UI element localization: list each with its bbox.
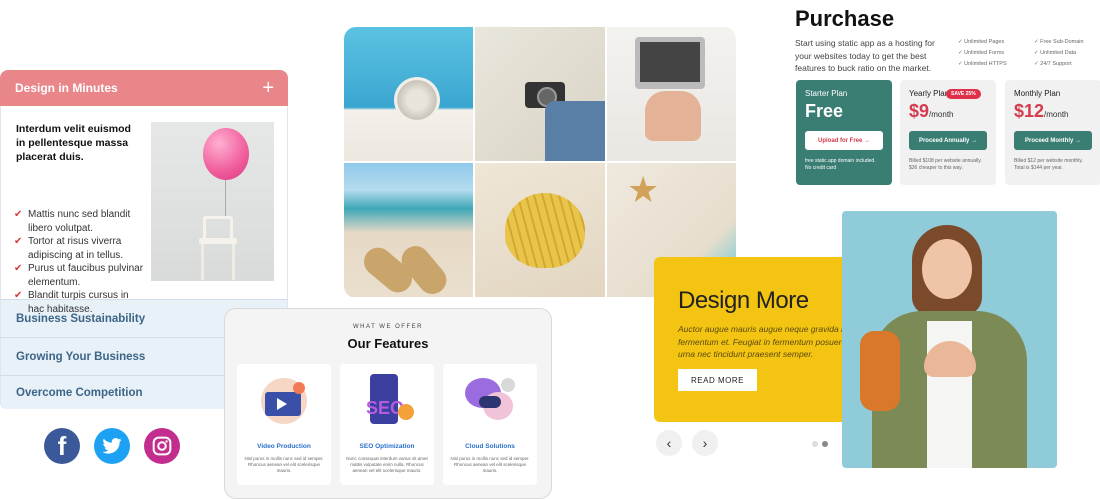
list-item: ✔ Purus ut faucibus pulvinar elementum. xyxy=(14,263,144,288)
feature-list: Free Sub-Domain Unlimited Data 24/7 Supp… xyxy=(1034,37,1084,70)
check-icon: ✔ xyxy=(14,209,23,220)
list-item: ✔ Mattis nunc sed blandit libero volutpat… xyxy=(14,209,131,234)
feature-card-text: Nisl purus in mollis nunc sed id semper.… xyxy=(244,456,324,473)
features-section: WHAT WE OFFER Our Features Video Product… xyxy=(224,308,552,499)
check-icon: ✔ xyxy=(14,263,23,274)
beach-flipflops-photo xyxy=(344,163,473,297)
balloon-chair-image xyxy=(151,122,274,281)
instagram-icon[interactable] xyxy=(144,428,180,464)
twitter-bird-glyph xyxy=(102,438,122,454)
accordion-header-design-in-minutes[interactable]: Design in Minutes + xyxy=(0,70,288,106)
check-list: ✔ Mattis nunc sed blandit libero volutpat… xyxy=(14,208,144,316)
woman-heart-hands-photo xyxy=(842,211,1057,468)
backpack-shape xyxy=(860,331,900,411)
plan-card-yearly: Yearly Plan SAVE 25% $9/month Proceed An… xyxy=(900,80,996,185)
accordion-title: Design in Minutes xyxy=(15,81,118,95)
instagram-glyph xyxy=(152,436,172,456)
plus-icon[interactable]: + xyxy=(262,78,274,98)
plan-note: Billed $12 per website monthly. Total is… xyxy=(1014,158,1083,171)
chevron-left-icon: ‹ xyxy=(666,435,672,451)
read-more-button[interactable]: READ MORE xyxy=(678,369,757,391)
feature-list: Unlimited Pages Unlimited Forms Unlimite… xyxy=(958,37,1007,70)
design-more-card: Design More Auctor augue mauris augue ne… xyxy=(654,257,867,422)
plan-name: Monthly Plan xyxy=(1014,89,1061,98)
chair-leg xyxy=(201,244,204,280)
feature-card-title: Cloud Solutions xyxy=(465,443,515,450)
pool-hat-photo xyxy=(344,27,473,161)
design-more-text: Auctor augue mauris augue neque gravida … xyxy=(678,324,848,359)
twitter-icon[interactable] xyxy=(94,428,130,464)
feature-card-title: Video Production xyxy=(257,443,311,450)
prev-slide-button[interactable]: ‹ xyxy=(656,430,682,456)
feature-item: Unlimited Forms xyxy=(958,48,1007,59)
accordion-panel: Interdum velit euismod in pellentesque m… xyxy=(0,106,288,315)
check-icon: ✔ xyxy=(14,236,23,247)
features-kicker: WHAT WE OFFER xyxy=(353,324,423,330)
feature-card-text: Nisl purus in mollis nunc sed id semper.… xyxy=(450,456,530,473)
accordion-lead-text: Interdum velit euismod in pellentesque m… xyxy=(16,123,131,163)
plan-price: $12/month xyxy=(1014,101,1069,121)
plan-note: free static.app domain included. No cred… xyxy=(805,158,876,171)
plan-name: Starter Plan xyxy=(805,89,848,98)
plan-card-starter: Starter Plan Free Upload for Free → free… xyxy=(796,80,892,185)
upload-for-free-button[interactable]: Upload for Free → xyxy=(805,131,883,150)
next-slide-button[interactable]: › xyxy=(692,430,718,456)
balloon-shape xyxy=(203,128,249,180)
proceed-monthly-button[interactable]: Proceed Monthly → xyxy=(1014,131,1092,150)
camera-jeans-photo xyxy=(475,27,605,161)
feature-item: Free Sub-Domain xyxy=(1034,37,1083,48)
feature-item: Unlimited HTTPS xyxy=(958,59,1006,70)
feature-item: 24/7 Support xyxy=(1034,59,1084,70)
feature-item: Unlimited Data xyxy=(1034,48,1084,59)
slider-dot[interactable] xyxy=(812,441,818,447)
plan-price: $9/month xyxy=(909,101,954,121)
purchase-description: Start using static app as a hosting for … xyxy=(795,38,935,73)
feature-card-cloud-solutions[interactable]: Cloud Solutions Nisl purus in mollis nun… xyxy=(443,364,537,485)
seashell-photo xyxy=(475,163,605,297)
video-production-icon xyxy=(257,374,311,430)
plan-card-monthly: Monthly Plan $12/month Proceed Monthly →… xyxy=(1005,80,1100,185)
save-badge: SAVE 25% xyxy=(946,89,981,99)
chair-back xyxy=(203,216,233,238)
list-item: ✔ Tortor at risus viverra adipiscing at i… xyxy=(14,236,124,261)
seo-optimization-icon: SEO xyxy=(360,374,414,430)
chair-leg xyxy=(232,244,235,280)
plan-price: Free xyxy=(805,101,844,121)
design-more-title: Design More xyxy=(678,287,809,314)
features-title: Our Features xyxy=(347,336,429,351)
feature-card-text: Nunc consequat interdum varius sit amet … xyxy=(346,456,428,473)
purchase-title: Purchase xyxy=(795,6,895,31)
jeans-shape xyxy=(545,101,605,161)
cloud-solutions-icon xyxy=(463,374,517,430)
proceed-annually-button[interactable]: Proceed Annually → xyxy=(909,131,987,150)
hands-shape xyxy=(645,91,701,141)
feature-card-video-production[interactable]: Video Production Nisl purus in mollis nu… xyxy=(237,364,331,485)
laptop-hands-photo xyxy=(607,27,736,161)
plan-note: Billed $108 per website annually. $36 ch… xyxy=(909,158,982,171)
list-item: ✔ Blandit turpis cursus in hac habitasse. xyxy=(14,290,129,315)
hat-shape xyxy=(394,77,440,123)
starfish-shape: ★ xyxy=(627,169,660,210)
facebook-icon[interactable]: f xyxy=(44,428,80,464)
laptop-shape xyxy=(635,37,705,89)
feature-card-seo-optimization[interactable]: SEO SEO Optimization Nunc consequat inte… xyxy=(340,364,434,485)
feature-card-title: SEO Optimization xyxy=(359,443,415,450)
shell-shape xyxy=(505,193,585,268)
feature-item: Unlimited Pages xyxy=(958,37,1007,48)
balloon-string xyxy=(225,180,226,218)
chevron-right-icon: › xyxy=(702,435,708,451)
face-shape xyxy=(922,239,972,299)
slider-dot-active[interactable] xyxy=(822,441,828,447)
check-icon: ✔ xyxy=(14,290,23,301)
